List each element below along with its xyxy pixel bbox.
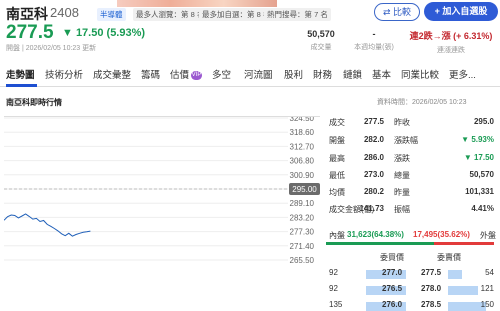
sell-depth-bar [448, 270, 462, 279]
orderbook-row: 135 276.0 278.5 150 [329, 300, 494, 311]
orderbook-row: 92 276.5 278.0 121 [329, 284, 494, 295]
tab-bar: 走勢圖 技術分析 成交彙整 籌碼 估價 VIP 多空 河流圖 股利 財務 鏈鎖 基… [0, 62, 500, 87]
tab-trend[interactable]: 走勢圖 [6, 67, 35, 81]
sell-depth-bar [448, 286, 478, 295]
tab-chips[interactable]: 籌碼 [141, 67, 160, 81]
price-change: ▼ 17.50 (5.93%) [62, 27, 146, 39]
info-row: 最高 286.0 漲跌 ▼ 17.50 [329, 153, 494, 163]
tab-technical[interactable]: 技術分析 [45, 67, 83, 81]
y-tick-label: 312.70 [290, 142, 315, 151]
y-tick-label: 300.90 [290, 171, 315, 180]
chart-svg: 324.50 318.60 312.70 306.80 300.90 289.10 283.… [3, 114, 320, 265]
y-tick-label: 324.50 [290, 117, 315, 123]
intraday-chart[interactable]: 324.50 318.60 312.70 306.80 300.90 289.10 283.… [3, 114, 320, 311]
info-row: 成交金額(億) 141.73 振幅 4.41% [329, 204, 494, 214]
compare-button[interactable]: ⇄ 比較 [374, 3, 420, 21]
info-row: 開盤 282.0 漲跌幅 ▼ 5.93% [329, 135, 494, 145]
inner-label: 內盤 [329, 231, 345, 240]
tab-basic[interactable]: 基本 [372, 67, 391, 81]
volume-stat: 50,570 成交量 [307, 29, 335, 51]
current-price: 277.5 [6, 22, 54, 43]
tab-bullbear[interactable]: 多空 [212, 67, 231, 81]
ad-banner-strip [117, 0, 277, 7]
info-row: 均價 280.2 昨量 101,331 [329, 187, 494, 197]
tab-valuation[interactable]: 估價 VIP [170, 67, 203, 81]
sell-header: 委賣價 [437, 253, 461, 262]
y-tick-label: 277.30 [290, 228, 315, 237]
vip-badge: VIP [191, 70, 203, 80]
rank-tag-watchlist: 最多加自選：第 8 名 [199, 8, 274, 21]
rank-tag-views: 最多人瀏覽：第 8 名 [133, 8, 208, 21]
add-watchlist-button[interactable]: + 加入自選股 [424, 2, 498, 21]
tab-supply-chain[interactable]: 鏈鎖 [343, 67, 362, 81]
buy-header: 委買價 [380, 253, 404, 262]
info-row: 最低 273.0 總量 50,570 [329, 170, 494, 180]
y-tick-label: 271.40 [290, 242, 315, 251]
reference-label: 295.00 [292, 185, 317, 194]
streak-stat: 連2跌→漲 (+ 6.31%) 連漲連跌 [409, 31, 493, 54]
tab-dividend[interactable]: 股利 [284, 67, 303, 81]
stock-code: 2408 [50, 5, 79, 20]
outer-value: 17,495(35.62%) [413, 230, 470, 239]
sector-tag[interactable]: 半導體 [97, 8, 126, 21]
tab-river[interactable]: 河流圖 [244, 67, 273, 81]
tab-trades[interactable]: 成交彙整 [93, 67, 131, 81]
info-row: 成交 277.5 昨收 295.0 [329, 117, 494, 127]
orderbook-row: 92 277.0 277.5 54 [329, 268, 494, 279]
stock-name: 南亞科 [6, 6, 48, 22]
compare-icon: ⇄ [382, 7, 394, 17]
active-tab-indicator [6, 84, 37, 87]
y-tick-label: 283.20 [290, 213, 315, 222]
y-tick-label: 318.60 [290, 128, 315, 137]
rank-tag-search: 熱門搜尋：第 7 名 [264, 8, 331, 21]
outer-label: 外盤 [480, 231, 496, 240]
avg-volume-stat: - 本週均量(張) [354, 29, 394, 51]
y-tick-label: 265.50 [290, 256, 315, 265]
y-tick-label: 306.80 [290, 157, 315, 166]
outer-ratio-fill [434, 242, 494, 245]
panel-title: 南亞科即時行情 [6, 98, 62, 107]
update-timestamp: 開盤 | 2026/02/05 10:23 更新 [6, 45, 97, 52]
data-time: 資料時間：2026/02/05 10:23 [377, 99, 467, 106]
tab-peer-compare[interactable]: 同業比較 [401, 67, 439, 81]
buysell-ratio-bar [326, 242, 494, 245]
y-tick-label: 289.10 [290, 199, 315, 208]
tab-financial[interactable]: 財務 [313, 67, 332, 81]
tab-more[interactable]: 更多... [449, 67, 476, 81]
inner-value: 31,623(64.38%) [347, 230, 404, 239]
